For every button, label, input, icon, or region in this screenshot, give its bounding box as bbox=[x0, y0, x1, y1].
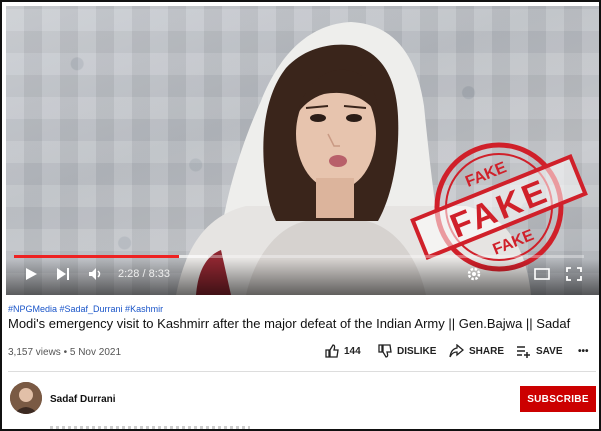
fullscreen-icon[interactable] bbox=[566, 267, 582, 281]
divider bbox=[8, 371, 596, 372]
progress-bar[interactable] bbox=[14, 255, 584, 258]
playlist-add-icon bbox=[517, 346, 530, 358]
gear-icon[interactable] bbox=[466, 267, 482, 281]
progress-played bbox=[14, 255, 180, 258]
time-display: 2:28 / 8:33 bbox=[118, 268, 170, 280]
more-actions-button[interactable]: ••• bbox=[578, 342, 589, 360]
thumbs-down-icon bbox=[378, 344, 392, 358]
volume-icon[interactable] bbox=[88, 267, 104, 281]
theater-icon[interactable] bbox=[534, 267, 550, 281]
stamp-bottom-text: FAKE bbox=[490, 227, 536, 259]
next-icon[interactable] bbox=[56, 267, 70, 281]
video-hashtags[interactable]: #NPGMedia #Sadaf_Durrani #Kashmir bbox=[8, 304, 163, 314]
video-player[interactable]: FAKE FAKE FAKE bbox=[6, 6, 599, 295]
like-button[interactable]: 144 bbox=[325, 342, 361, 360]
save-button[interactable]: SAVE bbox=[516, 342, 563, 360]
subscribe-button[interactable]: SUBSCRIBE bbox=[520, 386, 596, 412]
share-label: SHARE bbox=[469, 345, 505, 357]
views-and-date: 3,157 views • 5 Nov 2021 bbox=[8, 347, 122, 358]
play-icon[interactable] bbox=[24, 267, 38, 281]
dislike-button[interactable]: DISLIKE bbox=[378, 342, 436, 360]
more-icon: ••• bbox=[578, 345, 589, 357]
dislike-label: DISLIKE bbox=[397, 345, 437, 357]
share-icon bbox=[449, 344, 464, 358]
cropped-description-text bbox=[50, 426, 250, 429]
avatar-image bbox=[10, 382, 42, 414]
save-label: SAVE bbox=[536, 345, 563, 357]
screenshot-frame: FAKE FAKE FAKE 2:28 / 8:33 #NPGMedia #Sa… bbox=[0, 0, 601, 431]
video-title: Modi's emergency visit to Kashmirr after… bbox=[8, 316, 571, 331]
like-count: 144 bbox=[344, 345, 361, 357]
share-button[interactable]: SHARE bbox=[449, 342, 504, 360]
avatar[interactable] bbox=[10, 382, 42, 414]
thumbs-up-icon bbox=[325, 344, 339, 358]
channel-name[interactable]: Sadaf Durrani bbox=[50, 394, 116, 405]
